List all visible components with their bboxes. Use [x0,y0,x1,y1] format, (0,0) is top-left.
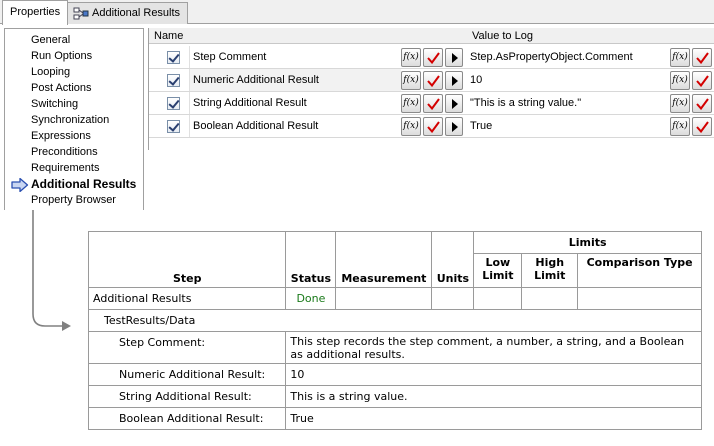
value-expression-browse-button[interactable]: f(x) [670,117,690,136]
report-header-limits: Limits [473,231,702,254]
report-header-status: Status [285,231,337,288]
sidebar-item-switching[interactable]: Switching [31,96,78,112]
row-value[interactable]: "This is a string value." [467,92,669,114]
name-check-expression-button[interactable] [423,71,443,90]
sidebar-item-property-browser[interactable]: Property Browser [31,192,116,208]
sidebar-item-additional-results[interactable]: Additional Results [31,176,136,192]
tab-additional-results[interactable]: Additional Results [65,2,189,24]
value-check-expression-button[interactable] [692,48,712,67]
red-check-icon [696,75,709,87]
red-check-icon [427,98,440,110]
report-step-row: Additional Results Done [87,287,702,310]
report-result-label: Step Comment: [87,331,287,364]
report-header-low-limit: Low Limit [473,253,523,288]
properties-panel: General Run Options Looping Post Actions… [0,24,714,210]
red-check-icon [696,121,709,133]
sidebar-item-synchronization[interactable]: Synchronization [31,112,109,128]
report-header-step: Step [87,231,287,288]
tab-strip: Properties Additional Results [0,0,714,25]
report-header-measurement: Measurement [335,231,433,288]
red-check-icon [696,52,709,64]
report-step-name: Additional Results [87,287,287,310]
row-name[interactable]: Boolean Additional Result [189,115,401,137]
report-high-limit-cell [521,287,579,310]
column-header-name[interactable]: Name [154,30,183,42]
report-result-row: String Additional Result: This is a stri… [87,385,702,408]
value-check-expression-button[interactable] [692,71,712,90]
sidebar-item-preconditions[interactable]: Preconditions [31,144,98,160]
report-result-value: 10 [285,363,702,386]
grid-row[interactable]: String Additional Result f(x) "This is a… [149,92,714,115]
report-result-label: Boolean Additional Result: [87,407,287,430]
row-menu-arrow-button[interactable] [445,48,463,67]
row-enabled-checkbox[interactable] [167,51,180,64]
row-enabled-checkbox[interactable] [167,97,180,110]
report-comparison-cell [577,287,702,310]
grid-row[interactable]: Numeric Additional Result f(x) 10 f(x) [149,69,714,92]
sidebar-item-run-options[interactable]: Run Options [31,48,92,64]
row-value[interactable]: True [467,115,669,137]
report-result-row: Numeric Additional Result: 10 [87,363,702,386]
report-measurement-cell [335,287,433,310]
value-expression-browse-button[interactable]: f(x) [670,94,690,113]
value-check-expression-button[interactable] [692,94,712,113]
sidebar: General Run Options Looping Post Actions… [4,28,144,210]
report-container-name: TestResults/Data [88,309,702,332]
value-expression-browse-button[interactable]: f(x) [670,48,690,67]
name-check-expression-button[interactable] [423,48,443,67]
name-check-expression-button[interactable] [423,117,443,136]
tab-additional-results-label: Additional Results [92,7,181,19]
additional-results-icon [73,7,89,21]
report-header-units: Units [431,231,475,288]
report-result-label: String Additional Result: [87,385,287,408]
grid-row[interactable]: Boolean Additional Result f(x) True f(x) [149,115,714,138]
row-name[interactable]: Numeric Additional Result [189,69,401,91]
report-header-comparison-type: Comparison Type [577,253,702,288]
name-expression-browse-button[interactable]: f(x) [401,48,421,67]
row-menu-arrow-button[interactable] [445,117,463,136]
row-value[interactable]: 10 [467,69,669,91]
name-check-expression-button[interactable] [423,94,443,113]
report-result-row: Step Comment: This step records the step… [87,331,702,364]
report-result-label: Numeric Additional Result: [87,363,287,386]
report-table: Step Status Measurement Units Limits Low… [87,231,702,430]
sidebar-item-general[interactable]: General [31,32,70,48]
row-enabled-checkbox[interactable] [167,120,180,133]
grid-header: Name Value to Log [149,28,714,44]
row-menu-arrow-button[interactable] [445,94,463,113]
report-container-row: TestResults/Data [88,309,702,332]
tab-properties-label: Properties [10,6,61,18]
sidebar-item-looping[interactable]: Looping [31,64,70,80]
report-result-row: Boolean Additional Result: True [87,407,702,430]
name-expression-browse-button[interactable]: f(x) [401,94,421,113]
row-enabled-checkbox[interactable] [167,74,180,87]
row-name[interactable]: String Additional Result [189,92,401,114]
report-result-value: This step records the step comment, a nu… [285,331,702,364]
report-header-high-limit: High Limit [521,253,579,288]
red-check-icon [696,98,709,110]
column-header-value[interactable]: Value to Log [472,30,533,42]
tab-properties[interactable]: Properties [2,0,69,25]
name-expression-browse-button[interactable]: f(x) [401,117,421,136]
row-value[interactable]: Step.AsPropertyObject.Comment [467,46,669,68]
red-check-icon [427,121,440,133]
value-expression-browse-button[interactable]: f(x) [670,71,690,90]
report-units-cell [431,287,475,310]
status-badge: Done [285,287,337,310]
grid-row[interactable]: Step Comment f(x) Step.AsPropertyObject.… [149,46,714,69]
value-check-expression-button[interactable] [692,117,712,136]
sidebar-item-post-actions[interactable]: Post Actions [31,80,92,96]
red-check-icon [427,52,440,64]
row-name[interactable]: Step Comment [189,46,401,68]
report-result-value: This is a string value. [285,385,702,408]
report-low-limit-cell [473,287,523,310]
sidebar-item-expressions[interactable]: Expressions [31,128,91,144]
additional-results-grid: Name Value to Log Step Comment f(x) Step… [148,28,714,150]
name-expression-browse-button[interactable]: f(x) [401,71,421,90]
sidebar-item-requirements[interactable]: Requirements [31,160,99,176]
selection-arrow-icon [11,178,29,192]
report-result-value: True [285,407,702,430]
row-menu-arrow-button[interactable] [445,71,463,90]
red-check-icon [427,75,440,87]
